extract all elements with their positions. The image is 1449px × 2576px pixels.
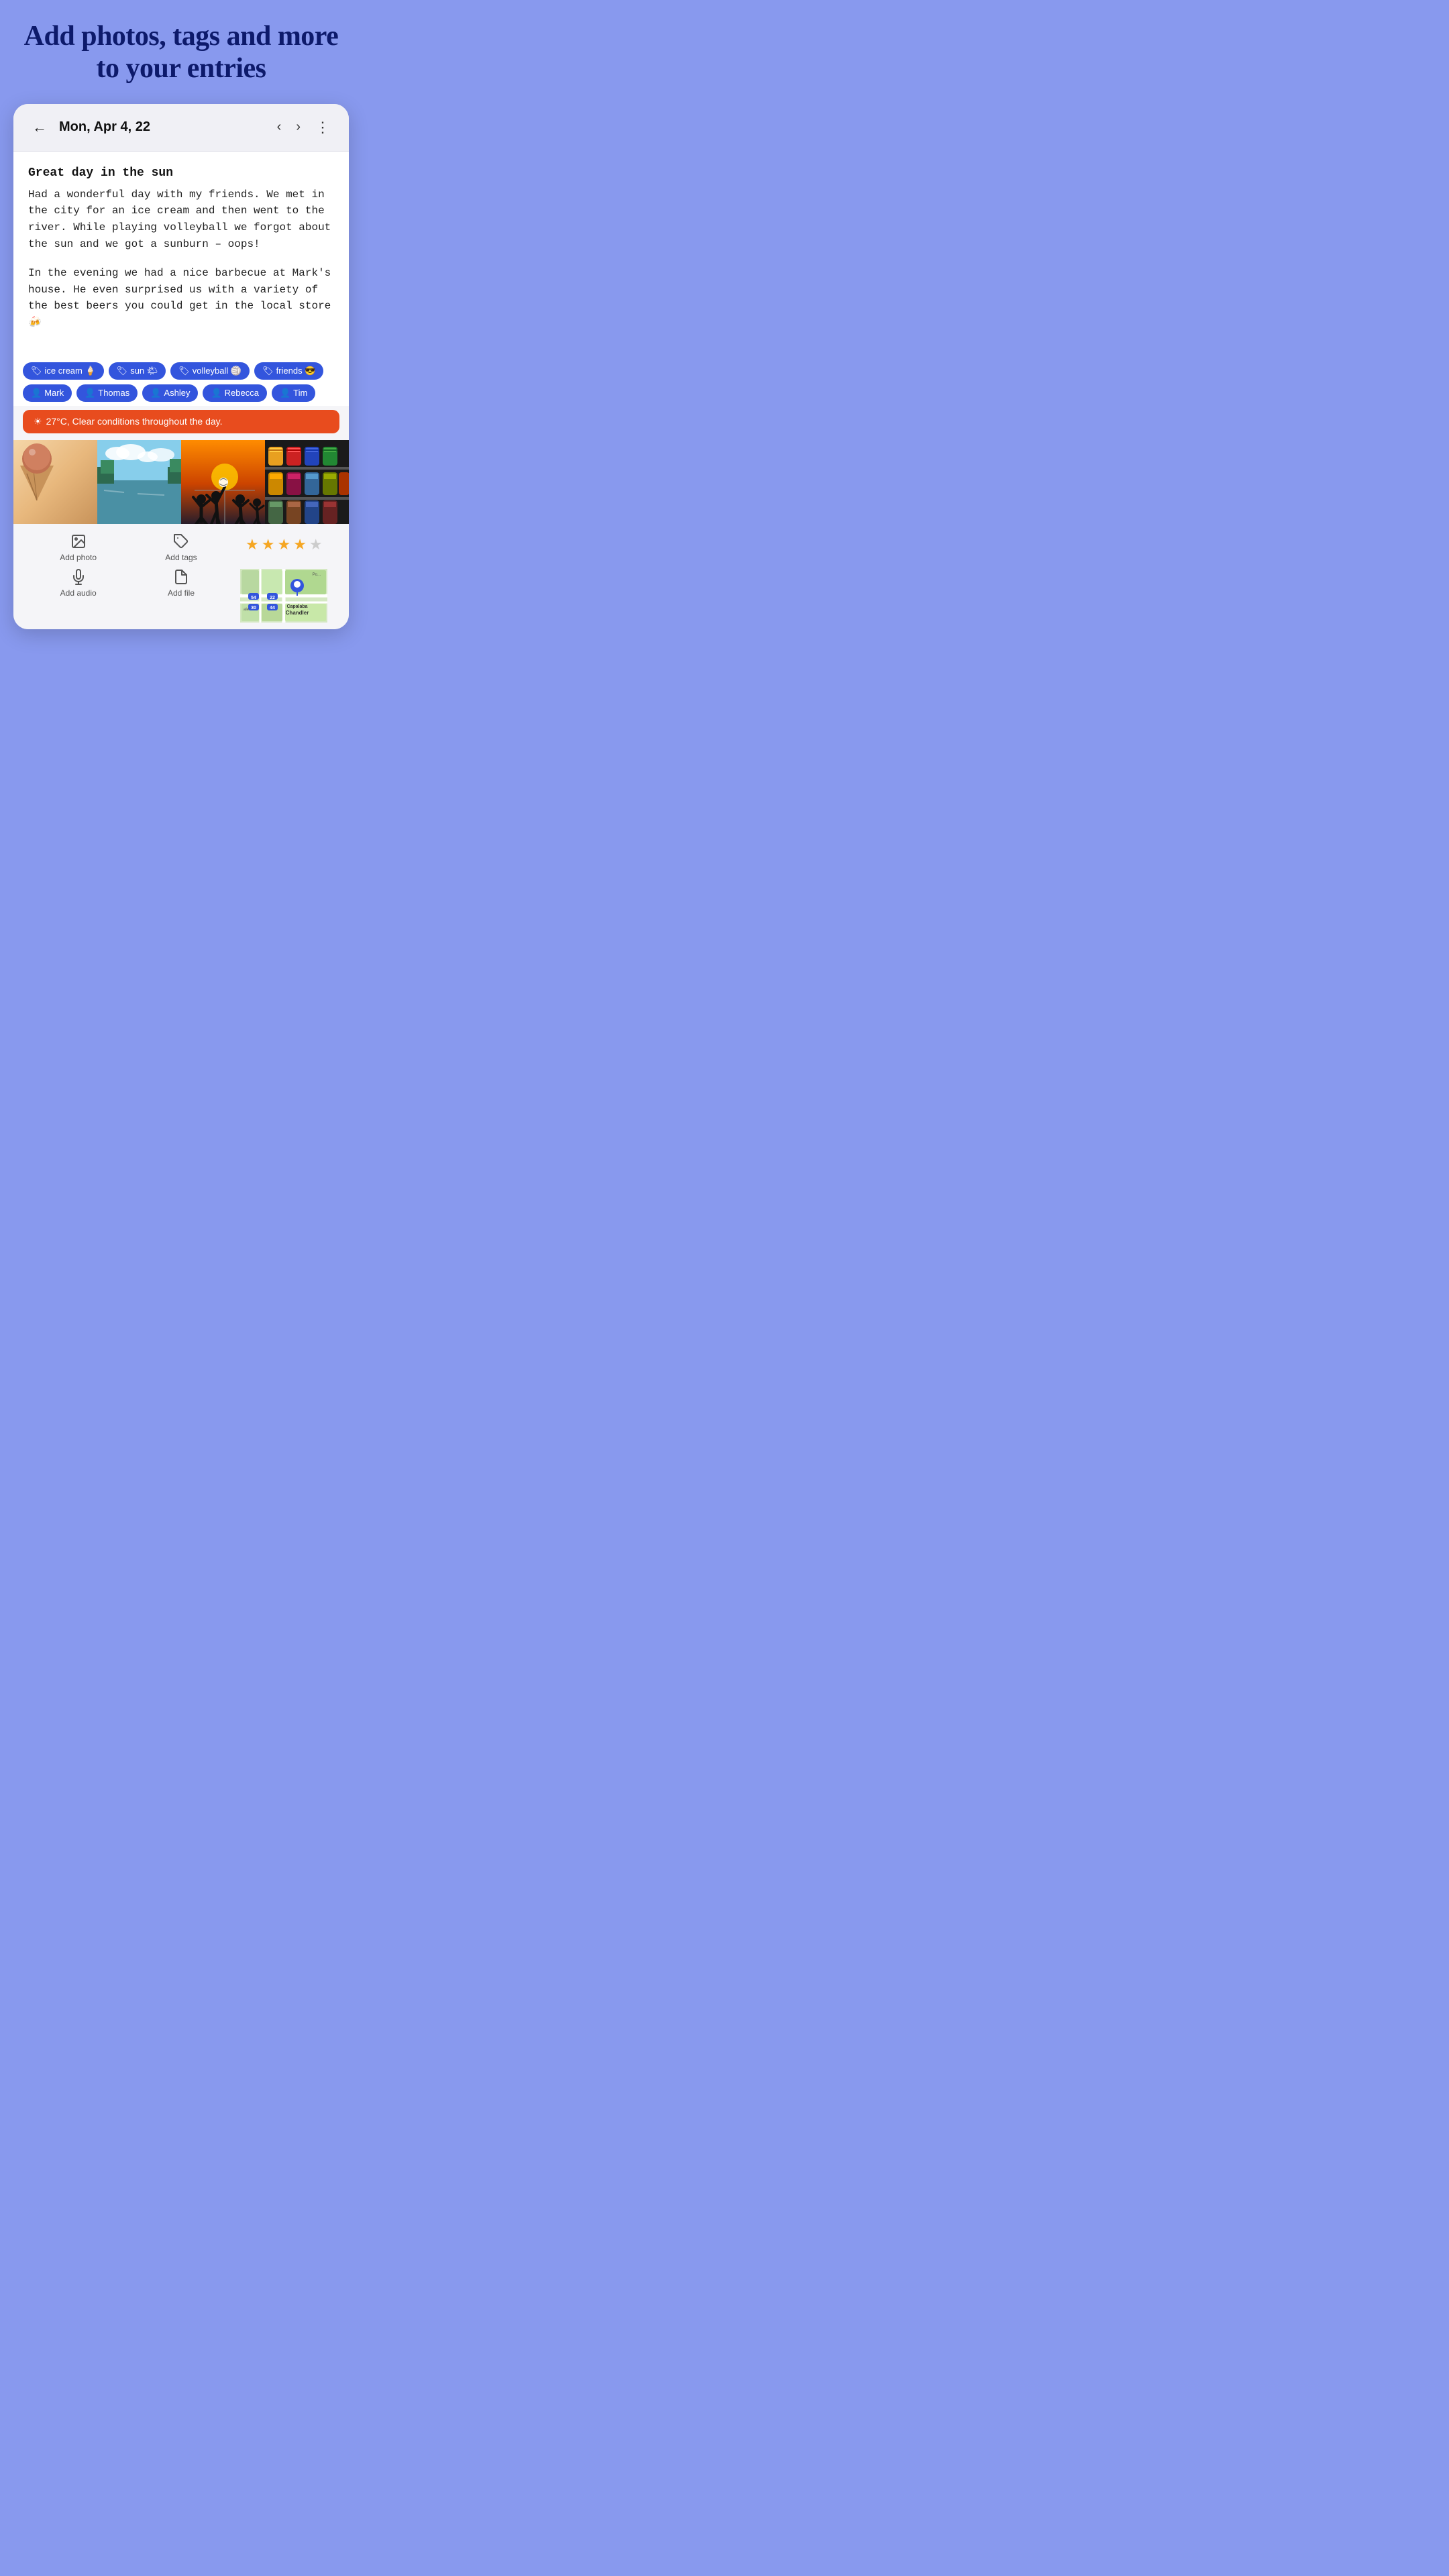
microphone-icon	[70, 569, 87, 585]
star-1[interactable]: ★	[246, 536, 259, 553]
tag-tim[interactable]: 👤 Tim	[272, 384, 315, 402]
add-photo-button[interactable]: Add photo	[27, 533, 129, 562]
person-icon: 👤	[85, 388, 95, 398]
person-icon: 👤	[280, 388, 290, 398]
tag-icecream[interactable]: 🏷 ice cream 🍦	[23, 362, 104, 380]
tag-label: sun 🌤	[130, 366, 158, 376]
overflow-menu-button[interactable]: ⋮	[310, 116, 335, 139]
add-audio-label: Add audio	[60, 588, 97, 598]
photo-beer[interactable]	[265, 440, 349, 524]
add-photo-label: Add photo	[60, 553, 97, 562]
tag-label: volleyball 🏐	[193, 366, 241, 376]
weather-bar: ☀ 27°C, Clear conditions throughout the …	[23, 410, 339, 433]
photo-icecream[interactable]	[13, 440, 97, 524]
tag-label-icon: 🏷	[262, 366, 274, 376]
tag-label: friends 😎	[276, 366, 316, 376]
entry-paragraph-2: In the evening we had a nice barbecue at…	[28, 265, 334, 331]
rating-widget[interactable]: ★ ★ ★ ★ ★	[233, 533, 335, 562]
tag-mark[interactable]: 👤 Mark	[23, 384, 72, 402]
tag-icon	[173, 533, 189, 549]
photo-volleyball[interactable]	[181, 440, 265, 524]
tag-label: Thomas	[98, 388, 129, 398]
add-audio-button[interactable]: Add audio	[27, 569, 129, 623]
river-svg	[97, 440, 181, 524]
tag-label-icon: 🏷	[31, 366, 42, 376]
star-3[interactable]: ★	[277, 536, 290, 553]
photo-grid	[13, 440, 349, 524]
tag-label: ice cream 🍦	[45, 366, 96, 376]
tag-thomas[interactable]: 👤 Thomas	[76, 384, 138, 402]
tag-volleyball[interactable]: 🏷 volleyball 🏐	[170, 362, 250, 380]
journal-content: Great day in the sun Had a wonderful day…	[13, 152, 349, 354]
svg-text:Po...: Po...	[313, 573, 321, 577]
photo-icon	[70, 533, 87, 549]
entry-paragraph-1: Had a wonderful day with my friends. We …	[28, 186, 334, 253]
star-4[interactable]: ★	[293, 536, 307, 553]
tag-label: Ashley	[164, 388, 190, 398]
navigation-buttons: ‹ › ⋮	[272, 116, 335, 139]
svg-text:44: 44	[270, 606, 275, 610]
svg-text:30: 30	[251, 606, 256, 610]
tag-label: Tim	[293, 388, 307, 398]
svg-text:ale: ale	[244, 608, 250, 612]
add-tags-button[interactable]: Add tags	[129, 533, 232, 562]
svg-text:22: 22	[270, 596, 275, 600]
add-file-button[interactable]: Add file	[129, 569, 232, 623]
person-icon: 👤	[31, 388, 42, 398]
map-area[interactable]: 54 22 30 44 Capalaba Chandler Po... ale	[233, 569, 335, 623]
map-svg: 54 22 30 44 Capalaba Chandler Po... ale	[240, 569, 327, 623]
tag-ashley[interactable]: 👤 Ashley	[142, 384, 198, 402]
weather-text: 27°C, Clear conditions throughout the da…	[46, 416, 223, 427]
tag-label-icon: 🏷	[178, 366, 190, 376]
tags-section: 🏷 ice cream 🍦 🏷 sun 🌤 🏷 volleyball 🏐 🏷 f…	[13, 354, 349, 406]
add-tags-label: Add tags	[165, 553, 197, 562]
weather-icon: ☀	[34, 416, 42, 427]
file-icon	[173, 569, 189, 585]
svg-text:Chandler: Chandler	[286, 610, 309, 616]
next-entry-button[interactable]: ›	[290, 117, 306, 138]
entry-body: Had a wonderful day with my friends. We …	[28, 186, 334, 331]
beer-svg	[265, 440, 349, 524]
entry-date: Mon, Apr 4, 22	[59, 119, 265, 135]
journal-card: ← Mon, Apr 4, 22 ‹ › ⋮ Great day in the …	[13, 104, 349, 629]
prev-entry-button[interactable]: ‹	[272, 117, 287, 138]
page-headline: Add photos, tags and more to your entrie…	[13, 20, 349, 85]
star-2[interactable]: ★	[262, 536, 275, 553]
entry-title: Great day in the sun	[28, 166, 334, 180]
person-icon: 👤	[211, 388, 221, 398]
tag-sun[interactable]: 🏷 sun 🌤	[109, 362, 166, 380]
tag-label: Rebecca	[225, 388, 259, 398]
bottom-toolbar: Add photo Add tags ★ ★ ★ ★ ★	[13, 524, 349, 629]
tag-friends[interactable]: 🏷 friends 😎	[254, 362, 323, 380]
add-file-label: Add file	[168, 588, 195, 598]
person-icon: 👤	[150, 388, 161, 398]
svg-text:54: 54	[251, 596, 256, 600]
photo-river[interactable]	[97, 440, 181, 524]
stars-group: ★ ★ ★ ★ ★	[246, 533, 323, 553]
volleyball-svg	[181, 440, 265, 524]
icecream-svg	[13, 440, 60, 500]
tag-rebecca[interactable]: 👤 Rebecca	[203, 384, 267, 402]
back-button[interactable]: ←	[27, 116, 52, 139]
tag-label-icon: 🏷	[117, 366, 128, 376]
card-header: ← Mon, Apr 4, 22 ‹ › ⋮	[13, 104, 349, 152]
svg-text:Capalaba: Capalaba	[287, 604, 308, 609]
tag-label: Mark	[44, 388, 64, 398]
star-5[interactable]: ★	[309, 536, 323, 553]
